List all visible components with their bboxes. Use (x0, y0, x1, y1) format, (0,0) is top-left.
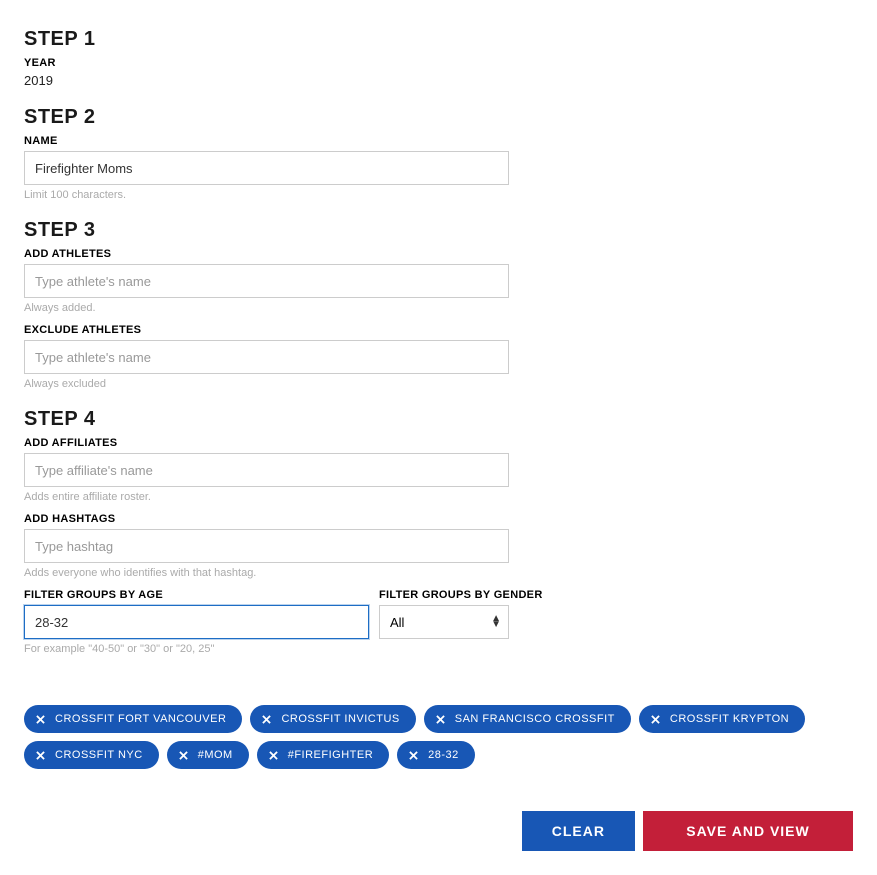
clear-button[interactable]: CLEAR (522, 811, 635, 851)
add-hashtags-helper: Adds everyone who identifies with that h… (24, 567, 853, 579)
close-icon[interactable] (262, 715, 271, 724)
filter-chip: CROSSFIT NYC (24, 741, 159, 769)
filter-chip: SAN FRANCISCO CROSSFIT (424, 705, 631, 733)
chip-label: CROSSFIT INVICTUS (281, 713, 399, 725)
filter-chip: CROSSFIT KRYPTON (639, 705, 805, 733)
add-affiliates-helper: Adds entire affiliate roster. (24, 491, 853, 503)
add-athletes-label: ADD ATHLETES (24, 248, 853, 260)
add-athletes-input[interactable] (24, 264, 509, 298)
chip-label: #FIREFIGHTER (288, 749, 373, 761)
chip-label: CROSSFIT FORT VANCOUVER (55, 713, 226, 725)
add-affiliates-label: ADD AFFILIATES (24, 437, 853, 449)
name-label: NAME (24, 135, 853, 147)
close-icon[interactable] (409, 751, 418, 760)
chip-label: CROSSFIT KRYPTON (670, 713, 789, 725)
filter-chip: CROSSFIT INVICTUS (250, 705, 415, 733)
add-hashtags-label: ADD HASHTAGS (24, 513, 853, 525)
name-helper: Limit 100 characters. (24, 189, 853, 201)
year-label: YEAR (24, 57, 853, 69)
close-icon[interactable] (36, 751, 45, 760)
filter-chip: #MOM (167, 741, 249, 769)
filter-gender-select[interactable]: All (379, 605, 509, 639)
close-icon[interactable] (651, 715, 660, 724)
exclude-athletes-helper: Always excluded (24, 378, 853, 390)
filter-age-helper: For example "40-50" or "30" or "20, 25" (24, 643, 369, 655)
filter-chip: #FIREFIGHTER (257, 741, 389, 769)
save-and-view-button[interactable]: SAVE AND VIEW (643, 811, 853, 851)
name-input[interactable] (24, 151, 509, 185)
chip-label: SAN FRANCISCO CROSSFIT (455, 713, 615, 725)
step4-heading: STEP 4 (24, 408, 853, 431)
chip-label: 28-32 (428, 749, 459, 761)
close-icon[interactable] (179, 751, 188, 760)
filter-gender-label: FILTER GROUPS BY GENDER (379, 589, 543, 601)
step2-heading: STEP 2 (24, 106, 853, 129)
add-athletes-helper: Always added. (24, 302, 853, 314)
exclude-athletes-input[interactable] (24, 340, 509, 374)
close-icon[interactable] (36, 715, 45, 724)
filter-chip: CROSSFIT FORT VANCOUVER (24, 705, 242, 733)
filter-chip: 28-32 (397, 741, 475, 769)
filter-age-label: FILTER GROUPS BY AGE (24, 589, 369, 601)
year-value: 2019 (24, 73, 853, 88)
chip-label: CROSSFIT NYC (55, 749, 143, 761)
chips-area: CROSSFIT FORT VANCOUVER CROSSFIT INVICTUS… (24, 705, 853, 769)
step1-heading: STEP 1 (24, 28, 853, 51)
close-icon[interactable] (269, 751, 278, 760)
close-icon[interactable] (436, 715, 445, 724)
step3-heading: STEP 3 (24, 219, 853, 242)
chip-label: #MOM (198, 749, 233, 761)
exclude-athletes-label: EXCLUDE ATHLETES (24, 324, 853, 336)
filter-age-input[interactable] (24, 605, 369, 639)
add-affiliates-input[interactable] (24, 453, 509, 487)
add-hashtags-input[interactable] (24, 529, 509, 563)
